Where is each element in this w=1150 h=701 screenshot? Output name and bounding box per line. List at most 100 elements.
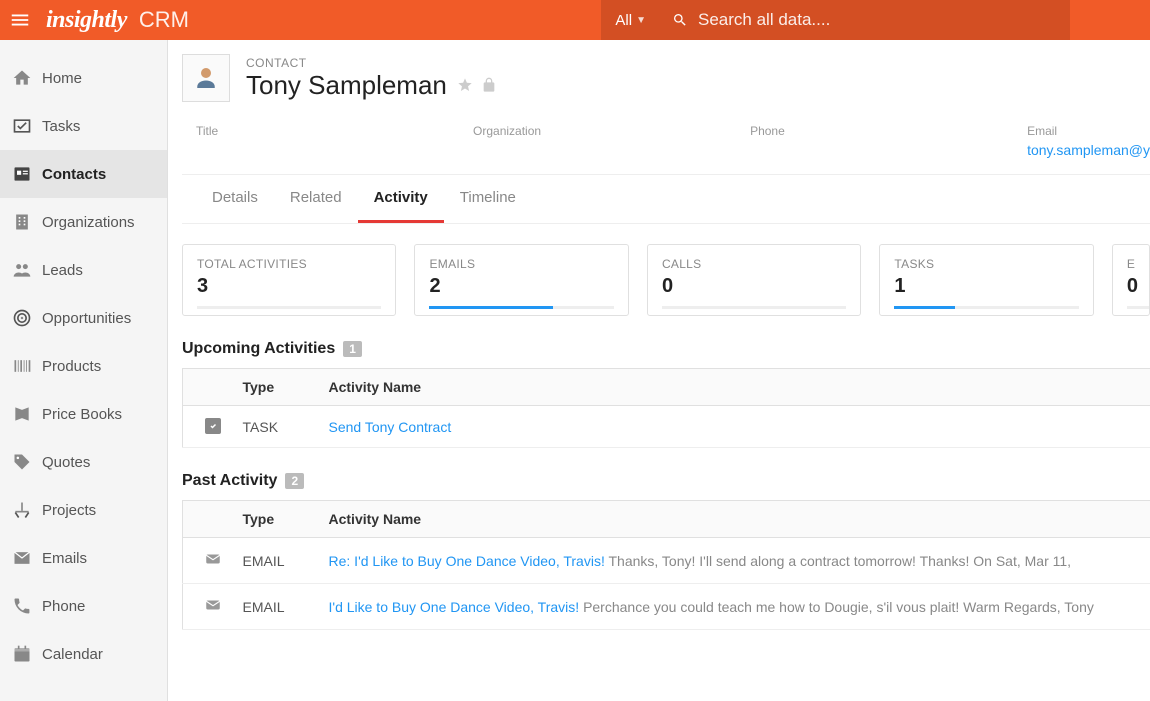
activity-link[interactable]: Send Tony Contract	[329, 419, 452, 435]
lock-icon[interactable]	[481, 77, 497, 93]
column-header-activity-name[interactable]: Activity Name	[329, 369, 1150, 406]
contact-fields: Title Organization Phone Email tony.samp…	[182, 116, 1150, 175]
stat-progress-bar	[429, 306, 613, 309]
stat-card-tasks[interactable]: TASKS 1	[879, 244, 1093, 316]
sidebar-item-label: Quotes	[42, 454, 90, 471]
mail-icon	[12, 548, 42, 568]
sidebar-item-label: Products	[42, 358, 101, 375]
search-container	[660, 0, 1070, 40]
activity-link[interactable]: I'd Like to Buy One Dance Video, Travis!	[329, 599, 580, 615]
upcoming-count-badge: 1	[343, 341, 362, 357]
mail-icon	[204, 601, 222, 617]
sidebar-item-opportunities[interactable]: Opportunities	[0, 294, 167, 342]
stat-card-calls[interactable]: CALLS0	[647, 244, 861, 316]
main-content: CONTACT Tony Sampleman Title Organizatio…	[168, 40, 1150, 701]
mail-icon	[204, 555, 222, 571]
stat-card-emails[interactable]: EMAILS 2	[414, 244, 628, 316]
stat-value: 0	[1127, 275, 1149, 298]
field-label-title: Title	[196, 124, 473, 138]
building-icon	[12, 212, 42, 232]
column-header-type[interactable]: Type	[243, 501, 329, 538]
past-table: Type Activity Name EMAILRe: I'd Like to …	[182, 500, 1150, 630]
avatar[interactable]	[182, 54, 230, 102]
upcoming-table: Type Activity Name TASKSend Tony Contrac…	[182, 368, 1150, 448]
column-header-activity-name[interactable]: Activity Name	[329, 501, 1150, 538]
projects-icon	[12, 500, 42, 520]
menu-icon	[9, 9, 31, 31]
target-icon	[12, 308, 42, 328]
product-name: CRM	[139, 7, 189, 33]
stat-value: 2	[429, 275, 613, 298]
record-type-label: CONTACT	[246, 56, 497, 70]
sidebar-item-quotes[interactable]: Quotes	[0, 438, 167, 486]
leads-icon	[12, 260, 42, 280]
stat-label: TASKS	[894, 257, 1078, 271]
upcoming-section-title: Upcoming Activities 1	[182, 340, 1150, 358]
field-label-phone: Phone	[750, 124, 1027, 138]
sidebar-item-label: Tasks	[42, 118, 80, 135]
sidebar-item-label: Projects	[42, 502, 96, 519]
activity-link[interactable]: Re: I'd Like to Buy One Dance Video, Tra…	[329, 553, 605, 569]
sidebar-item-label: Opportunities	[42, 310, 131, 327]
stat-card-e[interactable]: E0	[1112, 244, 1150, 316]
stat-progress-bar	[662, 306, 846, 309]
stat-label: EMAILS	[429, 257, 613, 271]
upcoming-title-text: Upcoming Activities	[182, 340, 335, 358]
sidebar-item-home[interactable]: Home	[0, 54, 167, 102]
field-label-organization: Organization	[473, 124, 750, 138]
past-count-badge: 2	[285, 473, 304, 489]
sidebar-item-label: Emails	[42, 550, 87, 567]
search-filter-dropdown[interactable]: All ▼	[601, 0, 660, 40]
star-icon[interactable]	[457, 77, 473, 93]
stat-label: E	[1127, 257, 1149, 271]
tab-activity[interactable]: Activity	[358, 175, 444, 223]
sidebar-item-label: Organizations	[42, 214, 135, 231]
sidebar-item-calendar[interactable]: Calendar	[0, 630, 167, 678]
sidebar: Home Tasks Contacts Organizations Leads Oppor…	[0, 40, 168, 701]
contacts-icon	[12, 164, 42, 184]
sidebar-item-leads[interactable]: Leads	[0, 246, 167, 294]
search-input[interactable]	[698, 10, 1058, 30]
row-type: EMAIL	[243, 538, 329, 584]
tag-icon	[12, 452, 42, 472]
stat-progress-bar	[1127, 306, 1149, 309]
tab-related[interactable]: Related	[274, 175, 358, 223]
stat-label: TOTAL ACTIVITIES	[197, 257, 381, 271]
calendar-icon	[12, 644, 42, 664]
topbar: insightly CRM All ▼	[0, 0, 1150, 40]
contact-header: CONTACT Tony Sampleman	[182, 54, 1150, 116]
stat-value: 1	[894, 275, 1078, 298]
brand-logo[interactable]: insightly	[46, 7, 127, 34]
sidebar-item-contacts[interactable]: Contacts	[0, 150, 167, 198]
sidebar-item-label: Calendar	[42, 646, 103, 663]
sidebar-item-projects[interactable]: Projects	[0, 486, 167, 534]
sidebar-item-tasks[interactable]: Tasks	[0, 102, 167, 150]
book-icon	[12, 404, 42, 424]
filter-label: All	[615, 12, 632, 29]
hamburger-menu[interactable]	[0, 9, 40, 31]
stat-card-total-activities[interactable]: TOTAL ACTIVITIES3	[182, 244, 396, 316]
sidebar-item-price-books[interactable]: Price Books	[0, 390, 167, 438]
field-value-email[interactable]: tony.sampleman@y	[1027, 142, 1150, 158]
row-type: TASK	[243, 406, 329, 448]
check-icon	[12, 116, 42, 136]
barcode-icon	[12, 356, 42, 376]
sidebar-item-label: Phone	[42, 598, 85, 615]
avatar-icon	[191, 63, 221, 93]
table-row[interactable]: TASKSend Tony Contract	[183, 406, 1150, 448]
sidebar-item-organizations[interactable]: Organizations	[0, 198, 167, 246]
sidebar-item-phone[interactable]: Phone	[0, 582, 167, 630]
column-header-type[interactable]: Type	[243, 369, 329, 406]
activity-snippet: Perchance you could teach me how to Doug…	[583, 599, 1094, 615]
contact-name: Tony Sampleman	[246, 70, 447, 101]
tab-timeline[interactable]: Timeline	[444, 175, 532, 223]
tab-details[interactable]: Details	[196, 175, 274, 223]
stat-progress-bar	[197, 306, 381, 309]
task-checkbox[interactable]	[205, 418, 221, 434]
sidebar-item-products[interactable]: Products	[0, 342, 167, 390]
sidebar-item-emails[interactable]: Emails	[0, 534, 167, 582]
row-type: EMAIL	[243, 584, 329, 630]
stats-row: TOTAL ACTIVITIES3EMAILS2CALLS0TASKS1E0	[182, 224, 1150, 316]
table-row[interactable]: EMAILI'd Like to Buy One Dance Video, Tr…	[183, 584, 1150, 630]
table-row[interactable]: EMAILRe: I'd Like to Buy One Dance Video…	[183, 538, 1150, 584]
